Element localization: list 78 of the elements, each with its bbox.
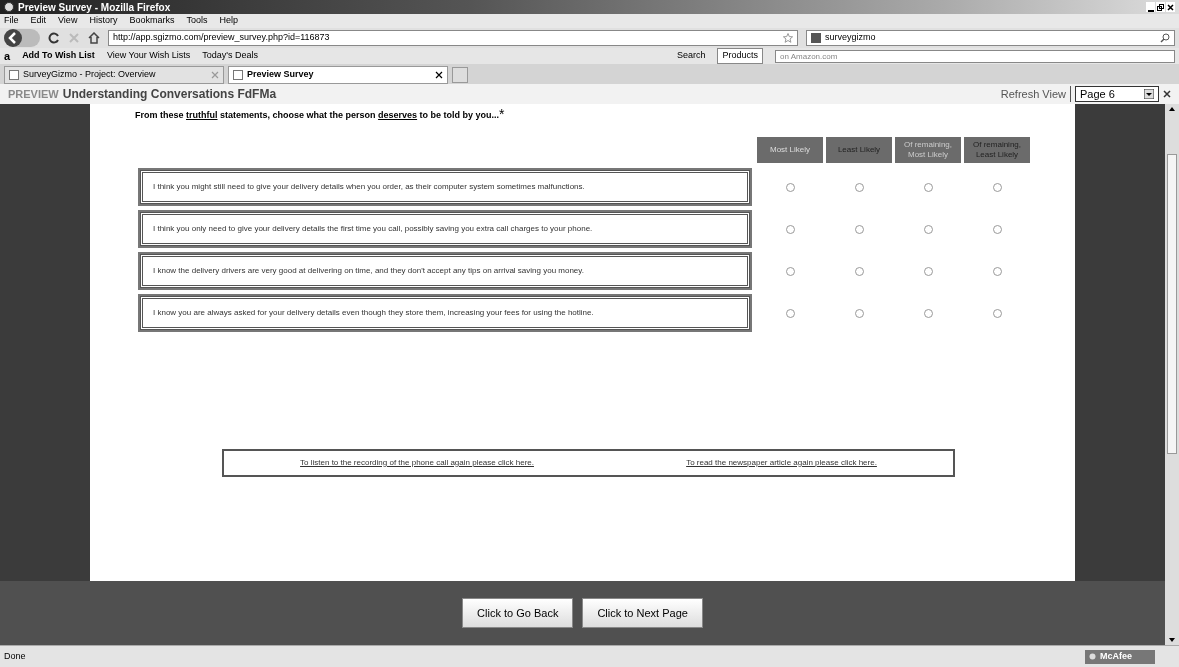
page-icon (233, 70, 243, 80)
restore-icon (1157, 3, 1164, 11)
search-icon[interactable] (1160, 33, 1170, 43)
mcafee-badge[interactable]: McAfee (1085, 649, 1155, 664)
toolbar-link[interactable]: View Your Wish Lists (106, 49, 191, 63)
column-header: Most Likely (757, 136, 823, 163)
column-header: Of remaining, Least Likely (964, 136, 1030, 163)
radio-button[interactable] (923, 267, 933, 276)
tab-label: Preview Survey (247, 68, 314, 82)
page-dropdown[interactable]: Page 6 (1075, 86, 1159, 102)
radio-button[interactable] (785, 267, 795, 276)
radio-button[interactable] (923, 309, 933, 318)
new-tab-button[interactable] (452, 67, 468, 83)
menu-item[interactable]: Tools (186, 14, 208, 28)
radio-button[interactable] (992, 225, 1002, 234)
radio-button[interactable] (923, 225, 933, 234)
tab-label: SurveyGizmo - Project: Overview (23, 68, 156, 82)
scrollbar[interactable] (1165, 104, 1179, 645)
menu-item[interactable]: Help (219, 14, 238, 28)
home-icon[interactable] (88, 32, 100, 44)
radio-button[interactable] (785, 183, 795, 192)
radio-button[interactable] (992, 183, 1002, 192)
statement-box: I know the delivery drivers are very good at delivering on time, and they don't accept any tips on arrival saving you money. (140, 253, 750, 288)
menu-item[interactable]: Bookmarks (129, 14, 175, 28)
nav-button[interactable]: Click to Go Back (462, 598, 574, 628)
radio-button[interactable] (785, 225, 795, 234)
column-header: Least Likely (826, 136, 892, 163)
preview-label: PREVIEW (8, 86, 59, 102)
browser-tab[interactable]: Preview Survey (228, 66, 448, 84)
radio-button[interactable] (854, 309, 864, 318)
radio-button[interactable] (992, 267, 1002, 276)
browser-tab[interactable]: SurveyGizmo - Project: Overview (4, 66, 224, 84)
search-field[interactable]: surveygizmo (806, 30, 1175, 46)
close-icon[interactable] (1163, 90, 1171, 98)
close-icon (1167, 3, 1174, 11)
address-field[interactable]: http://app.sgizmo.com/preview_survey.php?id=116873 (108, 30, 798, 46)
stop-icon[interactable] (68, 32, 80, 44)
link[interactable]: To listen to the recording of the phone call again please click here. (300, 456, 534, 469)
category-dropdown[interactable]: Products (717, 48, 763, 64)
restore-button[interactable] (1156, 2, 1165, 12)
required-mark: * (499, 109, 505, 119)
survey-title: Understanding Conversations FdFMa (62, 86, 277, 103)
statement-box: I know you are always asked for your delivery details even though they store them, increasing your fees for using the hotline. (140, 295, 750, 330)
scrollbar-thumb[interactable] (1167, 154, 1177, 454)
question-text: From these truthful statements, choose what the person deserves to be told by you... (135, 110, 500, 122)
radio-button[interactable] (785, 309, 795, 318)
menu-item[interactable]: Edit (30, 14, 47, 28)
radio-button[interactable] (854, 267, 864, 276)
star-icon[interactable] (783, 33, 793, 43)
minimize-icon (1147, 10, 1154, 12)
statement-box: I think you only need to give your delivery details the first time you call, possibly saving you extra call charges to your phone. (140, 211, 750, 246)
nav-button[interactable]: Click to Next Page (582, 598, 703, 628)
reload-icon[interactable] (48, 32, 60, 44)
radio-button[interactable] (854, 183, 864, 192)
dropdown-arrow-icon (1144, 89, 1154, 99)
status-dot-icon (1089, 653, 1096, 660)
close-button[interactable] (1166, 2, 1175, 12)
refresh-view-link[interactable]: Refresh View (1000, 85, 1071, 103)
amazon-logo: a (4, 48, 11, 64)
search-label: Search (676, 49, 706, 63)
minimize-button[interactable] (1146, 2, 1155, 12)
link[interactable]: To read the newspaper article again please click here. (686, 456, 877, 469)
tab-close-icon[interactable] (435, 71, 443, 79)
window-title: Preview Survey - Mozilla Firefox (18, 0, 171, 15)
amazon-search-field[interactable]: on Amazon.com (775, 49, 1175, 63)
page-icon (9, 70, 19, 80)
menu-item[interactable]: History (89, 14, 118, 28)
back-button[interactable] (4, 29, 40, 47)
menu-item[interactable]: View (58, 14, 78, 28)
column-header: Of remaining, Most Likely (895, 136, 961, 163)
statement-box: I think you might still need to give your delivery details when you order, as their computer system sometimes malfunctions. (140, 169, 750, 204)
radio-button[interactable] (992, 309, 1002, 318)
toolbar-link[interactable]: Today's Deals (202, 49, 258, 63)
radio-button[interactable] (854, 225, 864, 234)
status-text: Done (4, 649, 26, 663)
toolbar-link[interactable]: Add To Wish List (22, 49, 95, 63)
radio-button[interactable] (923, 183, 933, 192)
menu-item[interactable]: File (4, 14, 19, 28)
